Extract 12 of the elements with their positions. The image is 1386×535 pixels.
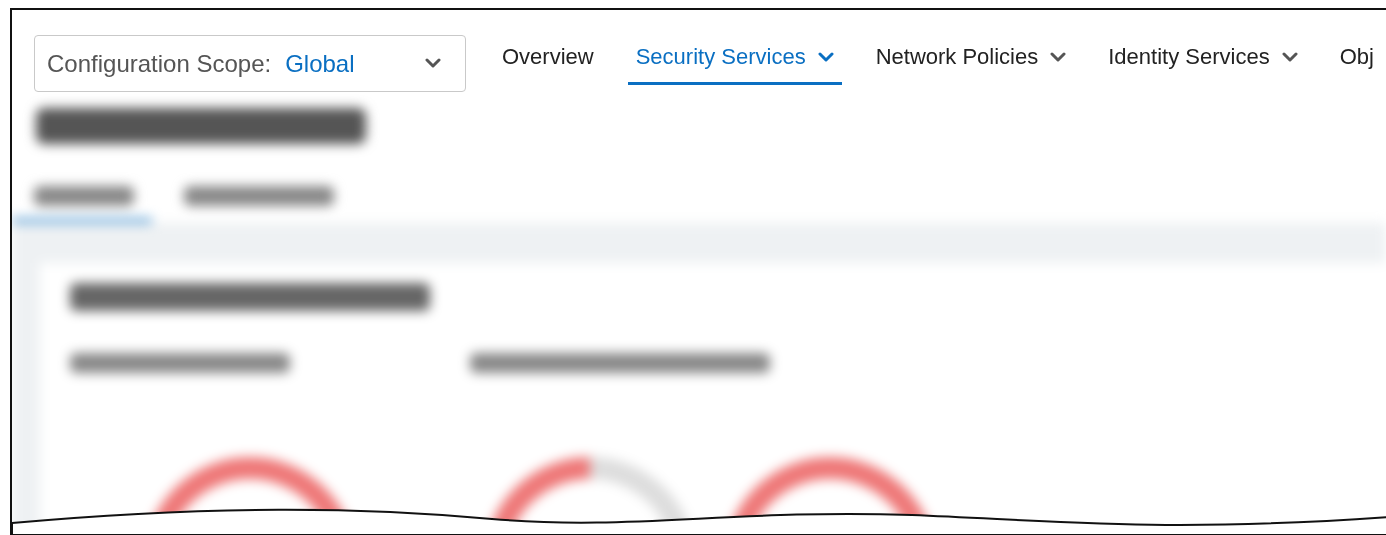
scope-label: Configuration Scope: [47,49,272,78]
nav-tab[interactable]: Security Services [627,44,842,85]
scope-value: Global [285,49,355,78]
chevron-down-icon [1050,51,1067,63]
nav-tab[interactable]: Overview [494,44,602,85]
nav-tab[interactable]: Network Policies [867,44,1075,85]
chevron-down-icon [817,51,834,63]
scope-dropdown[interactable]: Configuration Scope: Global [34,35,466,92]
nav-tab[interactable]: Obj [1331,44,1382,85]
nav-tab[interactable]: Identity Services [1100,44,1306,85]
chevron-down-icon [425,58,441,69]
chevron-down-icon [1281,51,1298,63]
